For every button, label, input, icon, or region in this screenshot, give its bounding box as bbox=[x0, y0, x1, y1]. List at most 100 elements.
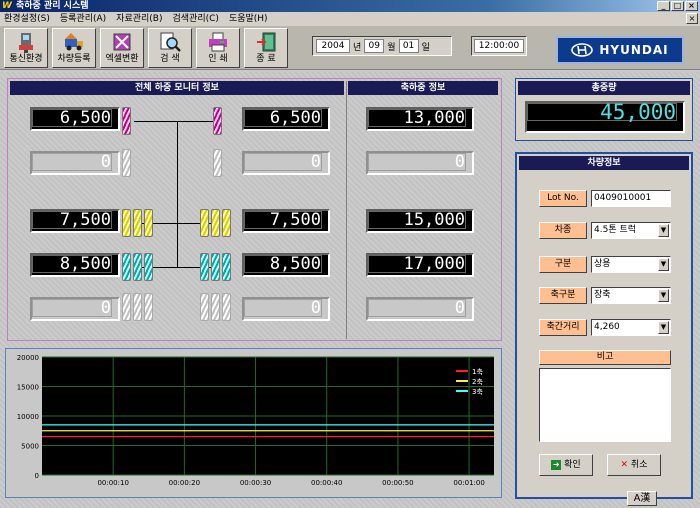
tire-icon bbox=[200, 293, 209, 321]
axle-1-value: 13,000 bbox=[368, 109, 466, 127]
monitor-title: 전체 하중 모니터 정보 bbox=[10, 81, 344, 95]
time-field[interactable]: 12:00:00 bbox=[471, 36, 527, 56]
x-tick-label: 00:00:30 bbox=[240, 479, 271, 487]
minimize-button[interactable]: _ bbox=[657, 1, 670, 11]
year-field[interactable]: 2004 bbox=[316, 39, 350, 53]
confirm-button[interactable]: ➜ 확인 bbox=[539, 454, 593, 476]
toolbar-label: 종 료 bbox=[256, 54, 276, 64]
load-trend-chart: 0 5000 10000 15000 20000 00:00:10 00:00:20 00:0… bbox=[17, 354, 494, 487]
left-wheel-3-value: 7,500 bbox=[32, 211, 112, 229]
axle-distance-label: 축간거리 bbox=[539, 319, 587, 336]
tire-icon bbox=[144, 209, 153, 237]
legend-label: 2축 bbox=[472, 377, 483, 386]
tire-icon bbox=[211, 293, 220, 321]
toolbar-label: 통신환경 bbox=[9, 54, 43, 64]
cancel-icon: ✕ bbox=[620, 460, 629, 470]
tire-icon bbox=[144, 293, 153, 321]
axle-info-title: 축하중 정보 bbox=[348, 81, 498, 95]
close-button[interactable]: × bbox=[685, 1, 698, 11]
category-value: 상용 bbox=[594, 259, 611, 269]
x-tick-label: 00:01:00 bbox=[453, 479, 484, 487]
axle-2-value: 0 bbox=[368, 153, 466, 171]
app-icon: W bbox=[2, 1, 12, 11]
menu-help[interactable]: 도움말(H) bbox=[229, 12, 268, 26]
x-tick-label: 00:00:20 bbox=[169, 479, 200, 487]
axle-bar-1 bbox=[134, 121, 216, 122]
axle-value: 17,000 bbox=[366, 253, 474, 277]
legend-label: 1축 bbox=[472, 367, 483, 376]
window-title: 축하중 관리 시스템 bbox=[16, 1, 89, 11]
day-unit: 일 bbox=[421, 42, 430, 53]
y-tick-label: 0 bbox=[35, 472, 39, 480]
chevron-down-icon[interactable]: ▼ bbox=[658, 224, 669, 237]
mdi-close-button[interactable]: × bbox=[686, 13, 698, 24]
axle-value: 0 bbox=[366, 297, 474, 321]
excel-convert-icon bbox=[113, 33, 131, 51]
exit-icon bbox=[257, 32, 276, 52]
toolbar-label: 인 쇄 bbox=[208, 54, 228, 64]
y-tick-label: 10000 bbox=[17, 413, 39, 421]
left-wheel-value: 0 bbox=[30, 297, 120, 321]
day-field[interactable]: 01 bbox=[398, 39, 419, 53]
right-wheel-value: 8,500 bbox=[242, 253, 330, 277]
right-wheel-5-value: 0 bbox=[244, 299, 322, 317]
tire-icon bbox=[122, 209, 131, 237]
vehicle-type-select[interactable]: 4.5톤 트럭 ▼ bbox=[591, 222, 671, 239]
vehicle-register-button[interactable]: 차량등록 bbox=[52, 28, 96, 68]
tire-icon bbox=[133, 293, 142, 321]
search-button[interactable]: 검 색 bbox=[148, 28, 192, 68]
network-device-icon bbox=[19, 33, 33, 53]
excel-convert-button[interactable]: 엑셀변환 bbox=[100, 28, 144, 68]
axle-type-value: 장축 bbox=[594, 290, 611, 300]
axle-type-label: 축구분 bbox=[539, 287, 587, 304]
cancel-label: 취소 bbox=[630, 460, 648, 470]
chevron-down-icon[interactable]: ▼ bbox=[658, 289, 669, 302]
left-wheel-2-value: 0 bbox=[32, 153, 112, 171]
total-weight-value: 45,000 bbox=[527, 102, 677, 123]
tire-icon bbox=[211, 253, 220, 281]
menu-registration[interactable]: 등록관리(A) bbox=[60, 12, 106, 26]
ime-indicator[interactable]: A漢 bbox=[627, 491, 657, 506]
cancel-button[interactable]: ✕ 취소 bbox=[607, 454, 661, 476]
chevron-down-icon[interactable]: ▼ bbox=[658, 321, 669, 334]
confirm-label: 확인 bbox=[564, 460, 581, 470]
vehicle-info-title: 차량정보 bbox=[519, 156, 689, 170]
left-wheel-value: 0 bbox=[30, 151, 120, 175]
axle-5-value: 0 bbox=[368, 299, 466, 317]
year-unit: 년 bbox=[353, 42, 362, 53]
axle-3-value: 15,000 bbox=[368, 211, 466, 229]
print-icon bbox=[209, 32, 227, 52]
month-field[interactable]: 09 bbox=[364, 39, 385, 53]
category-select[interactable]: 상용 ▼ bbox=[591, 256, 671, 273]
axle-distance-select[interactable]: 4,260 ▼ bbox=[591, 319, 671, 336]
menu-search[interactable]: 검색관리(C) bbox=[173, 12, 219, 26]
menu-data[interactable]: 자료관리(B) bbox=[116, 12, 162, 26]
total-weight-panel: 총중량 45,000 bbox=[515, 78, 693, 141]
vehicle-type-value: 4.5톤 트럭 bbox=[594, 225, 637, 235]
comm-settings-button[interactable]: 통신환경 bbox=[4, 28, 48, 68]
vehicle-register-icon bbox=[65, 33, 83, 51]
tire-icon bbox=[200, 209, 209, 237]
total-weight-title: 총중량 bbox=[518, 81, 690, 95]
tire-icon bbox=[213, 107, 222, 135]
date-picker[interactable]: 2004 년 09 월 01 일 bbox=[312, 36, 452, 56]
menu-settings[interactable]: 환경설정(S) bbox=[4, 12, 50, 26]
tire-icon bbox=[144, 253, 153, 281]
load-trend-chart-panel: 0 5000 10000 15000 20000 00:00:10 00:00:20 00:0… bbox=[5, 348, 502, 498]
left-wheel-5-value: 0 bbox=[32, 299, 112, 317]
y-tick-label: 20000 bbox=[17, 354, 39, 362]
axle-type-select[interactable]: 장축 ▼ bbox=[591, 287, 671, 304]
right-wheel-value: 6,500 bbox=[242, 107, 330, 131]
tire-icon bbox=[122, 253, 131, 281]
memo-label: 비고 bbox=[539, 350, 671, 365]
left-wheel-value: 7,500 bbox=[30, 209, 120, 233]
chevron-down-icon[interactable]: ▼ bbox=[658, 258, 669, 271]
maximize-button[interactable]: □ bbox=[671, 1, 684, 11]
legend-label: 3축 bbox=[472, 387, 483, 396]
lot-no-field[interactable]: 0409010001 bbox=[591, 190, 671, 207]
memo-textarea[interactable] bbox=[539, 368, 671, 442]
search-icon bbox=[160, 32, 181, 52]
print-button[interactable]: 인 쇄 bbox=[196, 28, 240, 68]
exit-button[interactable]: 종 료 bbox=[244, 28, 288, 68]
brand-name: HYUNDAI bbox=[599, 43, 669, 57]
